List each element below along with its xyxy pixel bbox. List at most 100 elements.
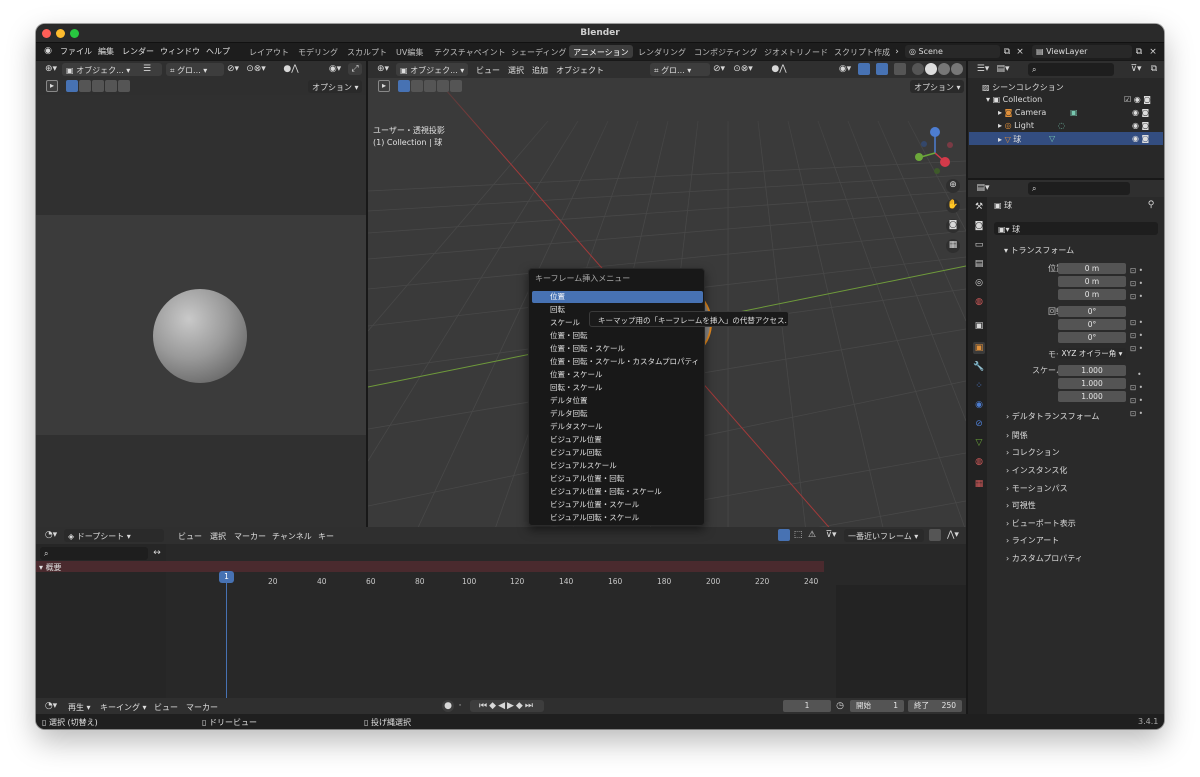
tool-tab-icon[interactable]: ⚒ <box>973 201 985 213</box>
only-selected-icon[interactable] <box>778 529 790 541</box>
zoom-icon[interactable]: ⊕ <box>946 179 960 193</box>
dopesheet-menu-select[interactable]: 選択 <box>210 531 226 542</box>
left-gizmo-icon[interactable]: ⤢ <box>348 63 362 75</box>
material-tab-icon[interactable]: ◍ <box>973 456 985 468</box>
modifier-tab-icon[interactable]: 🔧 <box>973 361 985 373</box>
menu-render[interactable]: レンダー <box>122 46 154 57</box>
timeline-menu-keying[interactable]: キーイング ▾ <box>100 702 147 713</box>
view-layer-selector[interactable]: ▤ ViewLayer <box>1032 45 1132 58</box>
frame-end-field[interactable]: 終了 250 <box>908 700 962 712</box>
swap-icon[interactable]: ↔ <box>150 547 164 559</box>
camera-visibility-icons[interactable]: ◉ ◙ <box>1132 108 1149 117</box>
main-select-subtract-icon[interactable] <box>424 80 436 92</box>
scene-selector[interactable]: ◎ Scene <box>905 45 1000 58</box>
dopesheet-mode-dropdown[interactable]: ◈ ドープシート ▾ <box>64 529 164 542</box>
rotation-z-field[interactable]: 0° <box>1058 332 1126 343</box>
proportional-edit-icon[interactable] <box>929 529 941 541</box>
menu-item-delta-rotation[interactable]: デルタ回転 <box>532 408 703 420</box>
tab-uv-editing[interactable]: UV編集 <box>392 45 427 58</box>
scene-tab-icon[interactable]: ◎ <box>973 277 985 289</box>
main-select-extend-icon[interactable] <box>411 80 423 92</box>
menu-item-location[interactable]: 位置 <box>532 291 703 303</box>
main-select-intersect-icon[interactable] <box>450 80 462 92</box>
rotation-y-field[interactable]: 0° <box>1058 319 1126 330</box>
object-tab-icon[interactable]: ▣ <box>973 342 985 354</box>
main-menu-add[interactable]: 追加 <box>532 65 548 76</box>
left-visibility-icon[interactable]: ◉▾ <box>326 63 344 75</box>
navigation-gizmo[interactable] <box>910 125 960 175</box>
playback-controls-icon[interactable]: ⏮◆◀▶◆⏭ <box>470 700 544 712</box>
menu-item-visual-rotation[interactable]: ビジュアル回転 <box>532 447 703 459</box>
properties-search[interactable]: ⌕ <box>1028 182 1130 195</box>
menu-item-rot-scale[interactable]: 回転・スケール <box>532 382 703 394</box>
editor-type-icon[interactable]: ⊕▾ <box>42 63 60 75</box>
shading-rendered-icon[interactable] <box>951 63 963 75</box>
shading-material-icon[interactable] <box>938 63 950 75</box>
timeline-menu-view[interactable]: ビュー <box>154 702 178 713</box>
pin-icon[interactable]: ⚲ <box>1146 199 1156 211</box>
outliner-search[interactable]: ⌕ <box>1028 63 1114 76</box>
scene-collection-row[interactable]: ▨ シーンコレクション <box>982 80 1158 93</box>
constraints-tab-icon[interactable]: ⊘ <box>973 418 985 430</box>
menu-item-visual-scale[interactable]: ビジュアルスケール <box>532 460 703 472</box>
show-hidden-icon[interactable]: ⬚ <box>792 529 804 541</box>
mesh-data-tab-icon[interactable]: ▽ <box>973 437 985 449</box>
menu-item-loc-scale[interactable]: 位置・スケール <box>532 369 703 381</box>
record-icon[interactable]: ● <box>442 700 454 712</box>
gizmo-toggle-icon[interactable] <box>858 63 870 75</box>
select-intersect-icon[interactable] <box>118 80 130 92</box>
dopesheet-menu-marker[interactable]: マーカー <box>234 531 266 542</box>
select-subtract-icon[interactable] <box>92 80 104 92</box>
dopesheet-type-icon[interactable]: ◔▾ <box>42 529 60 541</box>
menu-file[interactable]: ファイル <box>60 46 92 57</box>
panel-instancing[interactable]: › インスタンス化 <box>992 462 1158 477</box>
menu-window[interactable]: ウィンドウ <box>160 46 200 57</box>
main-menu-view[interactable]: ビュー <box>476 65 500 76</box>
menu-item-loc-rot-scale[interactable]: 位置・回転・スケール <box>532 343 703 355</box>
menu-item-delta-location[interactable]: デルタ位置 <box>532 395 703 407</box>
location-x-field[interactable]: 0 m <box>1058 263 1126 274</box>
collection-tab-icon[interactable]: ▣ <box>973 320 985 332</box>
summary-row[interactable] <box>36 561 824 572</box>
menu-item-visual-loc-scale[interactable]: ビジュアル位置・スケール <box>532 499 703 511</box>
outliner-item-sphere[interactable]: ▸ ▽ 球 ▽ ◉ ◙ <box>969 132 1163 145</box>
shading-solid-icon[interactable] <box>925 63 937 75</box>
outliner-item-light[interactable]: ▸ ◎ Light ◌ ◉ ◙ <box>998 119 1164 132</box>
camera-view-icon[interactable]: ◙ <box>946 219 960 233</box>
texture-tab-icon[interactable]: ▦ <box>973 478 985 490</box>
menu-item-visual-rot-scale[interactable]: ビジュアル回転・スケール <box>532 512 703 524</box>
light-visibility-icons[interactable]: ◉ ◙ <box>1132 121 1149 130</box>
location-z-field[interactable]: 0 m <box>1058 289 1126 300</box>
lock-icons[interactable]: ⊡ • ⊡ • ⊡ • ⊡ • ⊡ • ⊡ • • ⊡ • ⊡ • ⊡ • <box>1130 264 1143 420</box>
main-pivot-icon[interactable]: ⊘▾ <box>710 63 728 75</box>
scale-z-field[interactable]: 1.000 <box>1058 391 1126 402</box>
panel-visibility[interactable]: › 可視性 <box>992 497 1158 512</box>
object-name-field[interactable]: ▣▾ 球 <box>994 222 1158 235</box>
left-options-dropdown[interactable]: オプション ▾ <box>308 80 362 93</box>
physics-tab-icon[interactable]: ◉ <box>973 399 985 411</box>
view-layer-tab-icon[interactable]: ▤ <box>973 258 985 270</box>
main-select-new-icon[interactable] <box>398 80 410 92</box>
tab-layout[interactable]: レイアウト <box>245 45 293 58</box>
dopesheet-menu-view[interactable]: ビュー <box>178 531 202 542</box>
pivot-icon[interactable]: ⊘▾ <box>224 63 242 75</box>
scale-y-field[interactable]: 1.000 <box>1058 378 1126 389</box>
world-tab-icon[interactable]: ◍ <box>973 296 985 308</box>
new-scene-icon[interactable]: ⧉ <box>1002 46 1012 58</box>
show-errors-icon[interactable]: ⚠ <box>806 529 818 541</box>
transform-panel-header[interactable]: ▾ トランスフォーム <box>992 242 1158 257</box>
select-tool-icon[interactable]: ▸ <box>46 80 58 92</box>
main-orientation-dropdown[interactable]: ⌗ グロ... ▾ <box>650 63 710 76</box>
snap-icon[interactable]: ⊙⊗▾ <box>244 63 268 75</box>
left-viewport[interactable]: ⊕▾ ▣ オブジェク... ▾ ☰ ⌗ グロ... ▾ ⊘▾ ⊙⊗▾ ●⋀ ◉▾… <box>36 61 366 549</box>
clock-icon[interactable]: ◷ <box>834 700 846 712</box>
menu-item-visual-loc-rot-scale[interactable]: ビジュアル位置・回転・スケール <box>532 486 703 498</box>
delete-scene-icon[interactable]: × <box>1015 46 1025 58</box>
tab-modeling[interactable]: モデリング <box>294 45 342 58</box>
rotation-mode-dropdown[interactable]: XYZ オイラー角 ▾ <box>1058 348 1126 359</box>
blender-logo-icon[interactable]: ◉ <box>42 45 54 57</box>
visibility-icon[interactable]: ◉▾ <box>836 63 854 75</box>
menu-item-visual-loc-rot[interactable]: ビジュアル位置・回転 <box>532 473 703 485</box>
tab-animation[interactable]: アニメーション <box>569 45 633 58</box>
outliner-type-icon[interactable]: ☰▾ <box>974 63 992 75</box>
